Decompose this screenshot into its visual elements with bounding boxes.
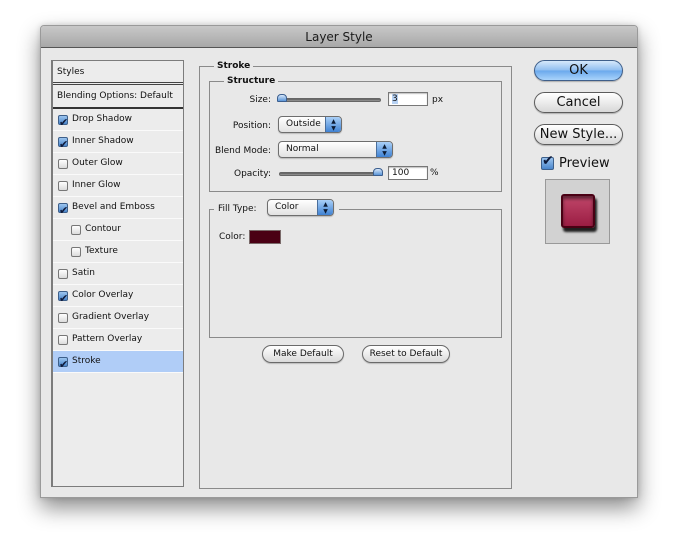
ok-button[interactable]: OK — [534, 60, 623, 81]
popup-arrows-icon: ▲ ▼ — [376, 142, 392, 157]
opacity-slider-thumb[interactable] — [373, 168, 383, 176]
opacity-unit: % — [430, 168, 439, 178]
style-item-checkbox[interactable] — [58, 288, 68, 309]
stroke-group-title: Stroke — [214, 61, 254, 71]
fill-group — [209, 209, 502, 338]
cancel-button[interactable]: Cancel — [534, 92, 623, 113]
blending-options-item[interactable]: Blending Options: Default — [53, 85, 183, 109]
opacity-input-value: 100 — [392, 168, 410, 178]
style-item-checkbox[interactable] — [58, 268, 68, 279]
styles-list: Styles Blending Options: Default Drop Sh… — [51, 60, 184, 487]
style-item-checkbox[interactable] — [58, 312, 68, 323]
style-item-label: Color Overlay — [72, 290, 134, 300]
style-item-stroke[interactable]: Stroke — [53, 351, 183, 375]
style-item-checkbox[interactable] — [58, 200, 68, 221]
style-item-checkbox[interactable] — [71, 246, 81, 257]
reset-to-default-button[interactable]: Reset to Default — [362, 345, 450, 363]
style-item-checkbox[interactable] — [58, 158, 68, 169]
style-item-label: Texture — [85, 246, 118, 256]
style-item-label: Satin — [72, 268, 95, 278]
style-item-label: Inner Shadow — [72, 136, 134, 146]
size-slider[interactable] — [279, 98, 381, 102]
style-item-pattern-overlay[interactable]: Pattern Overlay — [53, 329, 183, 351]
style-item-label: Gradient Overlay — [72, 312, 150, 322]
size-slider-thumb[interactable] — [277, 94, 287, 102]
blend-mode-label: Blend Mode: — [214, 146, 271, 156]
size-unit: px — [432, 95, 444, 105]
style-item-color-overlay[interactable]: Color Overlay — [53, 285, 183, 309]
style-item-outer-glow[interactable]: Outer Glow — [53, 153, 183, 175]
style-item-inner-glow[interactable]: Inner Glow — [53, 175, 183, 197]
style-item-label: Bevel and Emboss — [72, 202, 155, 212]
style-item-checkbox[interactable] — [58, 112, 68, 133]
new-style-button[interactable]: New Style... — [534, 124, 623, 145]
size-label: Size: — [249, 95, 271, 105]
opacity-slider[interactable] — [279, 172, 381, 176]
style-item-label: Stroke — [72, 356, 101, 366]
style-item-contour[interactable]: Contour — [53, 219, 183, 241]
styles-header[interactable]: Styles — [53, 61, 183, 85]
opacity-label: Opacity: — [234, 169, 271, 179]
color-label: Color: — [219, 232, 246, 242]
position-label: Position: — [232, 121, 271, 131]
style-item-checkbox[interactable] — [58, 354, 68, 375]
style-item-checkbox[interactable] — [58, 334, 68, 345]
fill-type-select-value: Color — [275, 202, 299, 212]
size-input-value: 3 — [392, 94, 398, 104]
layer-style-dialog: Layer Style Styles Blending Options: Def… — [40, 25, 638, 498]
style-item-inner-shadow[interactable]: Inner Shadow — [53, 131, 183, 155]
style-preview — [545, 179, 610, 244]
blend-mode-select-value: Normal — [286, 144, 319, 154]
style-item-label: Contour — [85, 224, 121, 234]
stroke-color-swatch[interactable] — [249, 230, 281, 244]
style-item-label: Inner Glow — [72, 180, 121, 190]
preview-checkbox-box[interactable] — [541, 153, 554, 170]
preview-label: Preview — [559, 156, 610, 171]
preview-swatch — [561, 194, 595, 228]
preview-checkbox[interactable]: Preview — [541, 153, 610, 171]
fill-type-select[interactable]: Color ▲ ▼ — [267, 199, 334, 216]
make-default-button[interactable]: Make Default — [262, 345, 344, 363]
style-item-bevel-and-emboss[interactable]: Bevel and Emboss — [53, 197, 183, 221]
blend-mode-select[interactable]: Normal ▲ ▼ — [278, 141, 393, 158]
style-item-checkbox[interactable] — [71, 224, 81, 235]
fill-type-label: Fill Type: — [218, 204, 257, 214]
style-item-checkbox[interactable] — [58, 180, 68, 191]
style-item-label: Drop Shadow — [72, 114, 133, 124]
style-item-texture[interactable]: Texture — [53, 241, 183, 263]
position-select-value: Outside — [286, 119, 321, 129]
style-item-gradient-overlay[interactable]: Gradient Overlay — [53, 307, 183, 329]
style-item-label: Pattern Overlay — [72, 334, 143, 344]
position-select[interactable]: Outside ▲ ▼ — [278, 116, 342, 133]
style-item-satin[interactable]: Satin — [53, 263, 183, 285]
popup-arrows-icon: ▲ ▼ — [317, 200, 333, 215]
popup-arrows-icon: ▲ ▼ — [325, 117, 341, 132]
structure-group-title: Structure — [224, 76, 279, 86]
opacity-input[interactable]: 100 — [388, 166, 428, 180]
style-item-checkbox[interactable] — [58, 134, 68, 155]
style-item-drop-shadow[interactable]: Drop Shadow — [53, 109, 183, 133]
window-title: Layer Style — [41, 26, 637, 48]
size-input[interactable]: 3 — [388, 92, 428, 106]
style-item-label: Outer Glow — [72, 158, 123, 168]
